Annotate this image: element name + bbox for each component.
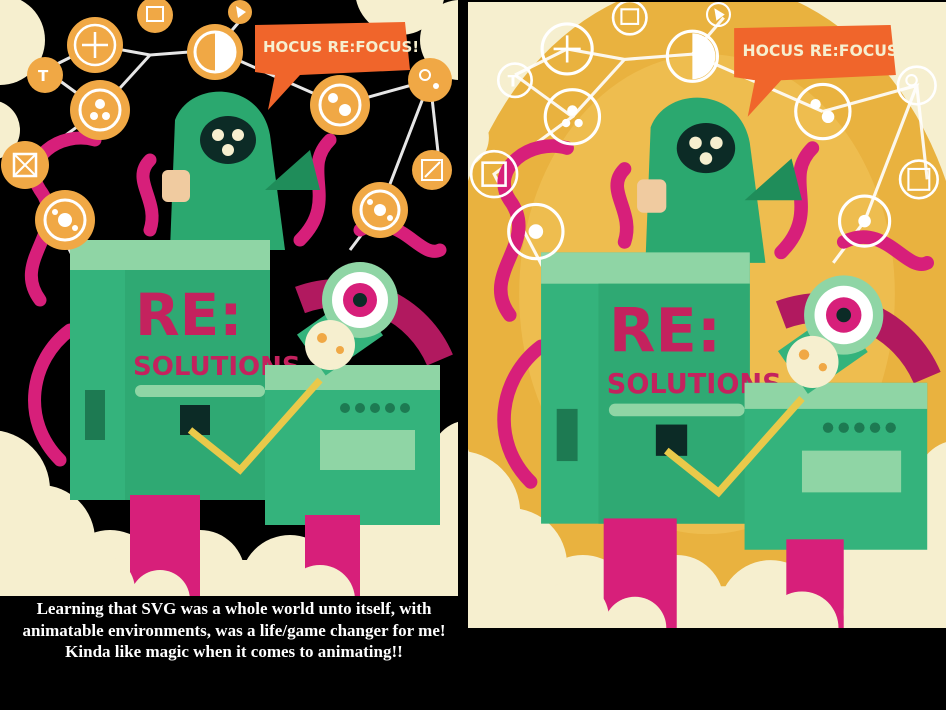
circles-icon [352, 182, 408, 238]
shape-icon [310, 75, 370, 135]
move-icon [67, 17, 123, 73]
contrast-icon [187, 24, 243, 80]
circles-icon [70, 80, 130, 140]
illustration-right: HOCUS RE:FOCUS! T [468, 2, 946, 628]
speech-bubble-text: HOCUS RE:FOCUS! [742, 41, 905, 60]
speech-bubble-text: HOCUS RE:FOCUS! [263, 38, 419, 56]
svg-text:T: T [508, 72, 519, 91]
illustration-left: HOCUS RE:FOCUS! T [0, 0, 458, 596]
pointer-icon [228, 0, 252, 24]
edit-icon [412, 150, 452, 190]
svg-text:T: T [38, 67, 49, 85]
curve-icon [408, 58, 452, 102]
transform-icon [1, 141, 49, 189]
text-icon: T [27, 57, 63, 93]
circles-icon [35, 190, 95, 250]
caption: Learning that SVG was a whole world unto… [22, 599, 446, 661]
